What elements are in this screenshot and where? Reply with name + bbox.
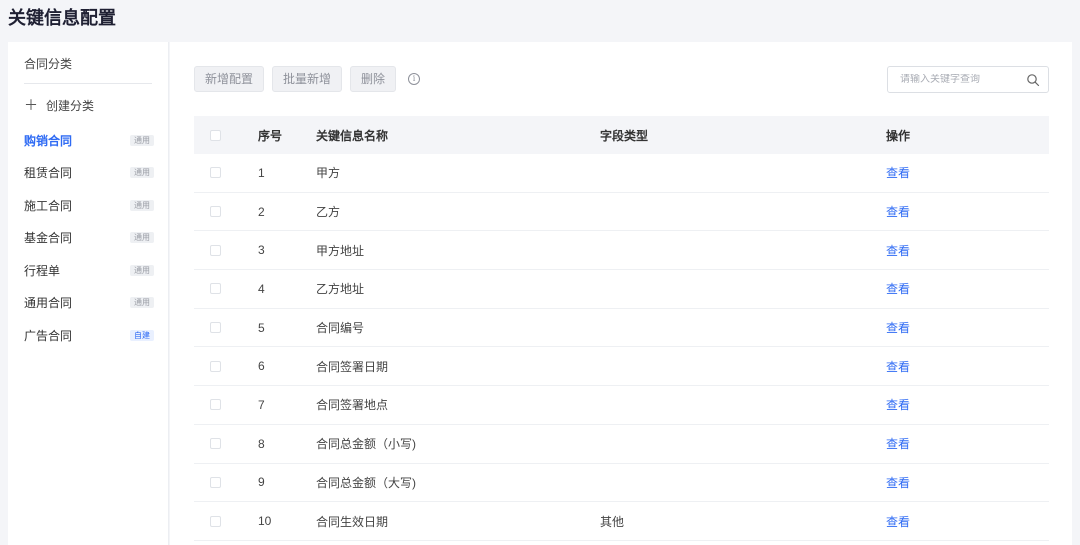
view-link[interactable]: 查看 — [886, 205, 910, 219]
row-name: 合同总金额（小写) — [316, 437, 416, 452]
view-link[interactable]: 查看 — [886, 244, 910, 258]
row-num: 10 — [258, 514, 272, 529]
table-row: 8 合同总金额（小写) 查看 — [194, 425, 1049, 464]
view-link[interactable]: 查看 — [886, 398, 910, 412]
batch-add-button[interactable]: 批量新增 — [272, 66, 343, 92]
row-checkbox[interactable] — [210, 283, 221, 295]
row-num: 2 — [258, 204, 265, 219]
row-checkbox[interactable] — [210, 476, 221, 488]
main-panel: 新增配置 批量新增 删除 i 序号 关键信息名称 字段类型 操作 1 甲方 查看 — [170, 42, 1072, 545]
sidebar-item-advertising[interactable]: 广告合同 自建 — [24, 319, 154, 352]
category-tag: 通用 — [130, 297, 154, 309]
view-link[interactable]: 查看 — [886, 515, 910, 529]
row-name: 甲方 — [316, 166, 341, 181]
delete-button[interactable]: 删除 — [350, 66, 397, 92]
row-checkbox[interactable] — [210, 167, 221, 179]
category-tag: 通用 — [130, 232, 154, 244]
sidebar-item-general[interactable]: 通用合同 通用 — [24, 287, 154, 320]
row-name: 乙方 — [316, 205, 341, 220]
sidebar-item-label: 购销合同 — [24, 133, 73, 148]
sidebar-header: 合同分类 — [24, 57, 73, 71]
view-link[interactable]: 查看 — [886, 321, 910, 335]
sidebar-item-fund[interactable]: 基金合同 通用 — [24, 222, 154, 255]
sidebar-item-label: 租赁合同 — [24, 166, 73, 181]
sidebar-item-label: 行程单 — [24, 263, 61, 278]
table-row: 9 合同总金额（大写) 查看 — [194, 464, 1049, 503]
add-config-button[interactable]: 新增配置 — [194, 66, 265, 92]
key-info-table: 序号 关键信息名称 字段类型 操作 1 甲方 查看 2 乙方 查看 3 甲方地址… — [194, 116, 1049, 541]
table-row: 5 合同编号 查看 — [194, 309, 1049, 348]
search-box — [887, 66, 1049, 93]
sidebar-item-itinerary[interactable]: 行程单 通用 — [24, 254, 154, 287]
view-link[interactable]: 查看 — [886, 282, 910, 296]
table-row: 2 乙方 查看 — [194, 193, 1049, 232]
sidebar-item-label: 基金合同 — [24, 231, 73, 246]
row-checkbox[interactable] — [210, 244, 221, 256]
view-link[interactable]: 查看 — [886, 437, 910, 451]
plus-icon: ＋ — [24, 97, 38, 113]
category-tag: 通用 — [130, 134, 154, 146]
row-num: 7 — [258, 397, 265, 412]
row-num: 3 — [258, 243, 265, 258]
header-num: 序号 — [258, 128, 283, 143]
sidebar-item-purchase-sales[interactable]: 购销合同 通用 — [24, 124, 154, 157]
row-name: 乙方地址 — [316, 282, 365, 297]
row-num: 1 — [258, 165, 265, 180]
row-checkbox[interactable] — [210, 399, 221, 411]
sidebar-item-label: 广告合同 — [24, 328, 73, 343]
search-icon[interactable] — [1026, 73, 1040, 87]
row-name: 合同生效日期 — [316, 514, 389, 529]
category-tag: 自建 — [130, 329, 154, 341]
table-row: 10 合同生效日期 其他 查看 — [194, 502, 1049, 541]
row-num: 9 — [258, 475, 265, 490]
row-name: 合同签署地点 — [316, 398, 389, 413]
table-row: 1 甲方 查看 — [194, 154, 1049, 193]
category-tag: 通用 — [130, 167, 154, 179]
sidebar-item-label: 施工合同 — [24, 198, 73, 213]
toolbar: 新增配置 批量新增 删除 i — [194, 66, 421, 92]
row-checkbox[interactable] — [210, 515, 221, 527]
category-sidebar: 合同分类 ＋ 创建分类 购销合同 通用 租赁合同 通用 施工合同 通用 基金合同… — [8, 42, 169, 545]
sidebar-item-label: 通用合同 — [24, 296, 73, 311]
row-checkbox[interactable] — [210, 322, 221, 334]
row-checkbox[interactable] — [210, 438, 221, 450]
select-all-checkbox[interactable] — [210, 129, 221, 141]
row-name: 合同签署日期 — [316, 359, 389, 374]
row-name: 甲方地址 — [316, 243, 365, 258]
search-input[interactable] — [900, 74, 1026, 85]
header-op: 操作 — [886, 128, 911, 143]
row-num: 5 — [258, 320, 265, 335]
row-num: 8 — [258, 436, 265, 451]
table-row: 3 甲方地址 查看 — [194, 231, 1049, 271]
row-checkbox[interactable] — [210, 360, 221, 372]
row-num: 6 — [258, 359, 265, 374]
create-category-button[interactable]: ＋ 创建分类 — [24, 96, 94, 114]
table-header: 序号 关键信息名称 字段类型 操作 — [194, 116, 1049, 154]
sidebar-item-construction[interactable]: 施工合同 通用 — [24, 189, 154, 222]
view-link[interactable]: 查看 — [886, 360, 910, 374]
category-tag: 通用 — [130, 264, 154, 276]
page-title: 关键信息配置 — [8, 8, 116, 28]
category-list: 购销合同 通用 租赁合同 通用 施工合同 通用 基金合同 通用 行程单 通用 通… — [24, 124, 154, 352]
table-row: 4 乙方地址 查看 — [194, 270, 1049, 309]
row-name: 合同编号 — [316, 321, 365, 336]
header-name: 关键信息名称 — [316, 128, 389, 143]
category-tag: 通用 — [130, 199, 154, 211]
view-link[interactable]: 查看 — [886, 166, 910, 180]
view-link[interactable]: 查看 — [886, 476, 910, 490]
table-row: 7 合同签署地点 查看 — [194, 386, 1049, 425]
create-category-label: 创建分类 — [46, 98, 95, 113]
row-checkbox[interactable] — [210, 206, 221, 218]
row-name: 合同总金额（大写) — [316, 475, 416, 490]
row-type: 其他 — [600, 514, 625, 529]
info-icon[interactable]: i — [408, 73, 421, 85]
sidebar-item-lease[interactable]: 租赁合同 通用 — [24, 157, 154, 190]
table-row: 6 合同签署日期 查看 — [194, 347, 1049, 387]
row-num: 4 — [258, 281, 265, 296]
sidebar-divider — [24, 83, 152, 84]
header-type: 字段类型 — [600, 128, 649, 143]
